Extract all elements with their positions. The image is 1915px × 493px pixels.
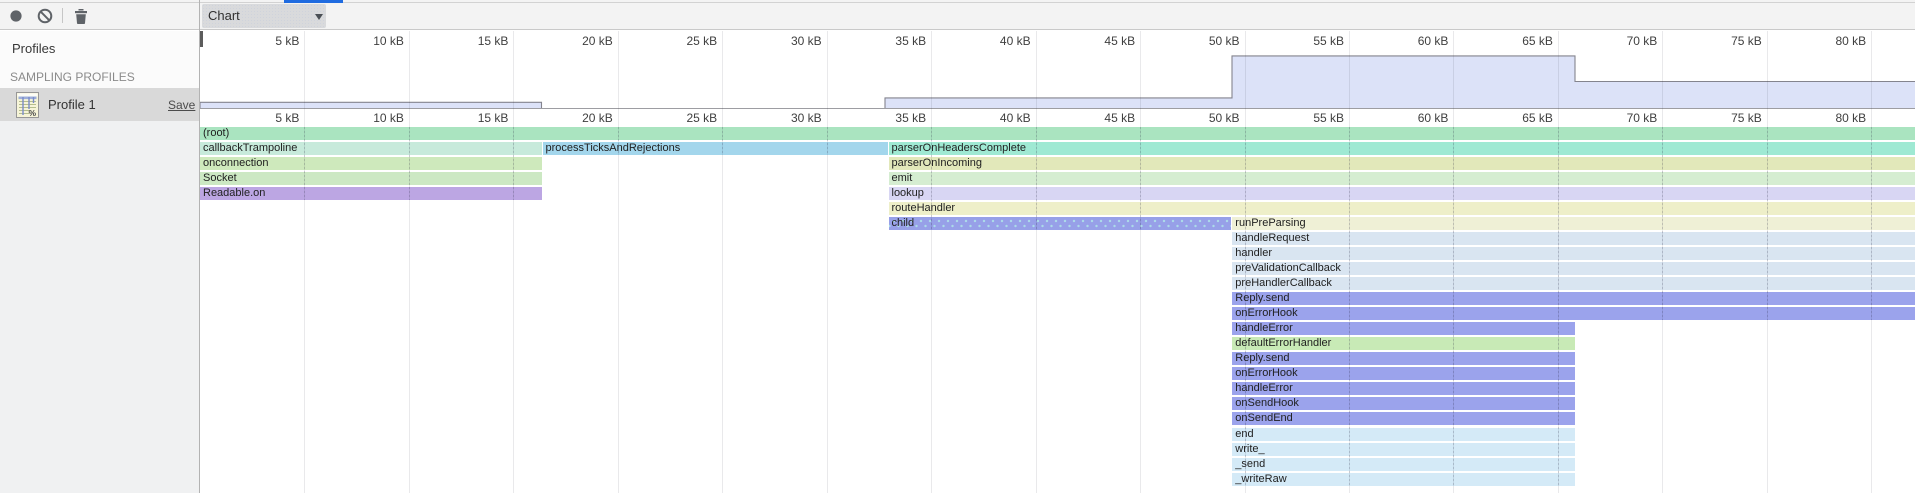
svg-text:%: %: [29, 108, 37, 118]
